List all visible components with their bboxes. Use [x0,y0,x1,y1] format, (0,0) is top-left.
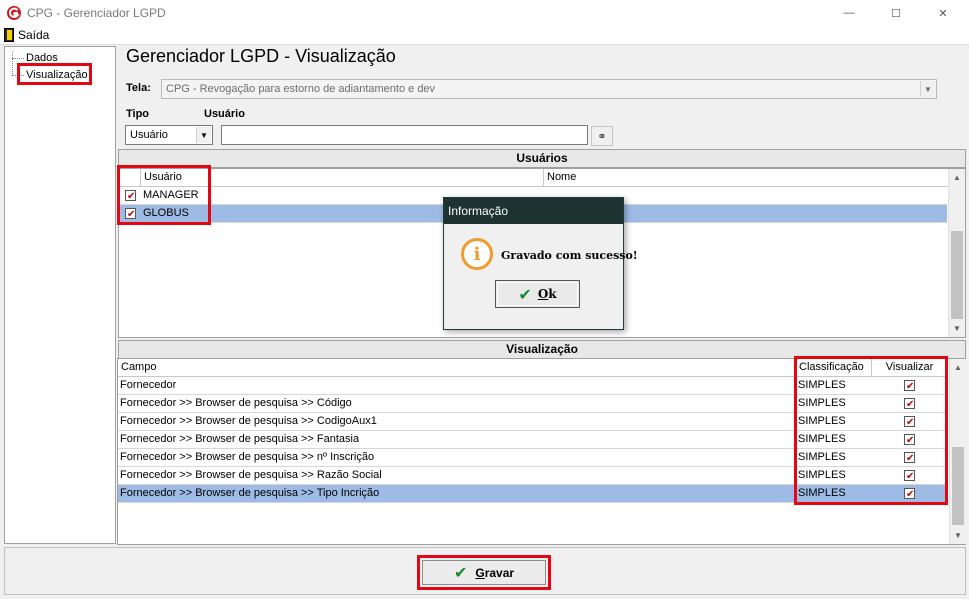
dialog-message: Gravado com sucesso! [501,249,638,262]
classification-cell: SIMPLES [798,397,846,409]
title-bar: CPG - Gerenciador LGPD — ☐ ✕ [0,0,969,26]
vis-col-visible[interactable]: Visualizar [872,359,948,377]
vis-col-classification[interactable]: Classificação [796,359,872,377]
info-dialog: Informação i Gravado com sucesso! ✔ Ok [443,197,638,330]
type-label: Tipo [126,108,150,120]
scroll-down-icon[interactable]: ▼ [949,320,965,336]
table-row[interactable]: Fornecedor >> Browser de pesquisa >> Fan… [118,431,948,449]
field-cell: Fornecedor >> Browser de pesquisa >> Cod… [120,415,377,427]
users-scrollbar[interactable]: ▲ ▼ [948,169,965,337]
tree-connector [12,58,24,59]
scroll-up-icon[interactable]: ▲ [950,359,966,375]
dialog-title: Informação [444,198,623,224]
user-checkbox[interactable] [125,188,136,205]
user-input[interactable] [221,125,588,145]
screen-select[interactable]: CPG - Revogação para estorno de adiantam… [161,79,937,99]
search-button[interactable]: ⚭ [591,126,613,146]
info-icon: i [461,238,493,270]
tree-connector [12,75,24,76]
field-cell: Fornecedor >> Browser de pesquisa >> Raz… [120,469,382,481]
menu-bar: Saída [0,26,969,45]
table-row[interactable]: Fornecedor SIMPLES [118,377,948,395]
users-col-user[interactable]: Usuário [141,169,544,187]
save-button[interactable]: ✔ Gravar [422,560,546,585]
chevron-down-icon: ▼ [920,81,935,97]
table-row[interactable]: Fornecedor >> Browser de pesquisa >> nº … [118,449,948,467]
user-cell: GLOBUS [143,207,189,219]
vis-col-field[interactable]: Campo [118,359,796,377]
save-button-label: Gravar [475,565,515,580]
field-cell: Fornecedor >> Browser de pesquisa >> nº … [120,451,375,463]
user-checkbox[interactable] [125,206,136,223]
classification-cell: SIMPLES [798,433,846,445]
classification-cell: SIMPLES [798,379,846,391]
tree-connector [12,51,13,76]
scroll-thumb[interactable] [952,447,964,525]
visualization-section-header: Visualização [118,340,966,359]
table-row[interactable]: Fornecedor >> Browser de pesquisa >> Raz… [118,467,948,485]
visible-checkbox[interactable] [904,468,915,485]
ok-button-label: Ok [537,287,557,301]
type-select[interactable]: Usuário ▼ [125,125,213,145]
scroll-down-icon[interactable]: ▼ [950,527,966,543]
visualization-grid: Campo Classificação Visualizar Fornecedo… [117,358,966,545]
users-col-check [119,169,141,187]
minimize-button[interactable]: — [826,0,872,26]
tree-item-visualizacao[interactable]: Visualização [26,69,88,81]
field-cell: Fornecedor >> Browser de pesquisa >> Cód… [120,397,352,409]
menu-exit-label: Saída [18,28,50,42]
scroll-thumb[interactable] [951,231,963,319]
visible-checkbox[interactable] [904,378,915,395]
table-row[interactable]: Fornecedor >> Browser de pesquisa >> Cod… [118,413,948,431]
visible-checkbox[interactable] [904,450,915,467]
classification-cell: SIMPLES [798,415,846,427]
binoculars-icon: ⚭ [597,130,607,143]
classification-cell: SIMPLES [798,451,846,463]
screen-label: Tela: [126,82,151,94]
exit-door-icon [4,28,14,42]
field-cell: Fornecedor >> Browser de pesquisa >> Tip… [120,487,380,499]
visible-checkbox[interactable] [904,486,915,503]
check-icon: ✔ [453,563,468,582]
table-row[interactable]: Fornecedor >> Browser de pesquisa >> Cód… [118,395,948,413]
app-logo-icon [7,6,21,20]
classification-cell: SIMPLES [798,487,846,499]
maximize-button[interactable]: ☐ [873,0,919,26]
field-cell: Fornecedor [120,379,177,391]
classification-cell: SIMPLES [798,469,846,481]
users-col-name[interactable]: Nome [544,169,949,187]
users-section-header: Usuários [118,149,966,168]
user-label: Usuário [204,108,245,120]
table-row[interactable]: Fornecedor >> Browser de pesquisa >> Tip… [118,485,948,503]
check-icon: ✔ [518,284,532,304]
window-title: CPG - Gerenciador LGPD [27,6,166,20]
menu-exit[interactable]: Saída [4,28,49,42]
visible-checkbox[interactable] [904,414,915,431]
tree-item-dados[interactable]: Dados [26,52,58,64]
screen-select-value: CPG - Revogação para estorno de adiantam… [166,83,436,95]
navigation-tree: Dados Visualização [4,46,116,544]
field-cell: Fornecedor >> Browser de pesquisa >> Fan… [120,433,360,445]
scroll-up-icon[interactable]: ▲ [949,169,965,185]
chevron-down-icon: ▼ [196,127,211,143]
close-button[interactable]: ✕ [920,0,966,26]
user-cell: MANAGER [143,189,199,201]
type-select-value: Usuário [130,129,168,141]
visualization-scrollbar[interactable]: ▲ ▼ [949,359,966,544]
visible-checkbox[interactable] [904,432,915,449]
page-title: Gerenciador LGPD - Visualização [126,46,396,66]
visible-checkbox[interactable] [904,396,915,413]
ok-button[interactable]: ✔ Ok [495,280,580,308]
